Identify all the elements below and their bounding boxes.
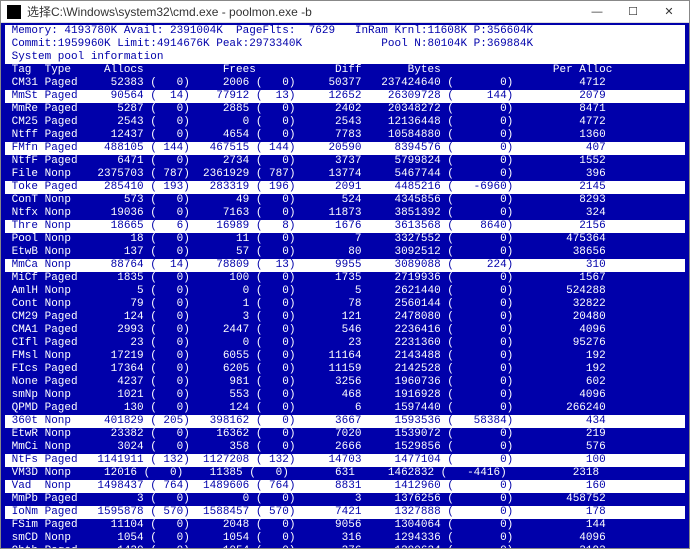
header-line-3: System pool information (5, 51, 685, 64)
table-row: FMfn Paged 488105 ( 144) 467515 ( 144) 2… (5, 142, 685, 155)
table-row: Thre Nonp 18665 ( 6) 16989 ( 8) 1676 361… (5, 220, 685, 233)
console-area[interactable]: Memory: 4193780K Avail: 2391004K PageFlt… (1, 23, 689, 548)
table-row: Ntfx Nonp 19036 ( 0) 7163 ( 0) 11873 385… (5, 207, 685, 220)
table-row: CMA1 Paged 2993 ( 0) 2447 ( 0) 546 22364… (5, 324, 685, 337)
table-row: 360t Nonp 401829 ( 205) 398162 ( 0) 3667… (5, 415, 685, 428)
table-row: MmPb Paged 3 ( 0) 0 ( 0) 3 1376256 ( 0) … (5, 493, 685, 506)
table-row: FIcs Paged 17364 ( 0) 6205 ( 0) 11159 21… (5, 363, 685, 376)
window-controls: — ☐ ✕ (579, 2, 687, 22)
table-row: Pool Nonp 18 ( 0) 11 ( 0) 7 3327552 ( 0)… (5, 233, 685, 246)
table-row: EtwB Nonp 137 ( 0) 57 ( 0) 80 3092512 ( … (5, 246, 685, 259)
table-row: CM25 Paged 2543 ( 0) 0 ( 0) 2543 1213644… (5, 116, 685, 129)
table-row: VM3D Nonp 12016 ( 0) 11385 ( 0) 631 1462… (5, 467, 685, 480)
table-row: MmSt Paged 90564 ( 14) 77912 ( 13) 12652… (5, 90, 685, 103)
table-row: MmCi Nonp 3024 ( 0) 358 ( 0) 2666 152985… (5, 441, 685, 454)
table-row: smCD Nonp 1054 ( 0) 1054 ( 0) 316 129433… (5, 532, 685, 545)
maximize-button[interactable]: ☐ (615, 2, 651, 22)
table-row: EtwR Nonp 23382 ( 0) 16362 ( 0) 7020 153… (5, 428, 685, 441)
table-row: MmCa Nonp 88764 ( 14) 78809 ( 13) 9955 3… (5, 259, 685, 272)
table-row: NtfF Paged 6471 ( 0) 2734 ( 0) 3737 5799… (5, 155, 685, 168)
table-row: Cont Nonp 79 ( 0) 1 ( 0) 78 2560144 ( 0)… (5, 298, 685, 311)
app-window: 选择C:\Windows\system32\cmd.exe - poolmon.… (0, 0, 690, 549)
header-line-2: Commit:1959960K Limit:4914676K Peak:2973… (5, 38, 685, 51)
table-row: ConT Nonp 573 ( 0) 49 ( 0) 524 4345856 (… (5, 194, 685, 207)
cmd-icon (7, 5, 21, 19)
table-row: FMsl Nonp 17219 ( 0) 6055 ( 0) 11164 214… (5, 350, 685, 363)
table-row: IoNm Paged 1595878 ( 570) 1588457 ( 570)… (5, 506, 685, 519)
table-row: CM29 Paged 124 ( 0) 3 ( 0) 121 2478080 (… (5, 311, 685, 324)
minimize-button[interactable]: — (579, 2, 615, 22)
table-row: MmRe Paged 5287 ( 0) 2885 ( 0) 2402 2034… (5, 103, 685, 116)
table-row: CIfl Paged 23 ( 0) 0 ( 0) 23 2231360 ( 0… (5, 337, 685, 350)
table-row: AmlH Nonp 5 ( 0) 0 ( 0) 5 2621440 ( 0) 5… (5, 285, 685, 298)
table-row: Vad Nonp 1498437 ( 764) 1489606 ( 764) 8… (5, 480, 685, 493)
header-line-1: Memory: 4193780K Avail: 2391004K PageFlt… (5, 25, 685, 38)
close-button[interactable]: ✕ (651, 2, 687, 22)
table-row: Obtb Paged 1430 ( 0) 1054 ( 0) 376 12006… (5, 545, 685, 548)
table-row: CM31 Paged 52383 ( 0) 2006 ( 0) 50377 23… (5, 77, 685, 90)
table-row: Toke Paged 285410 ( 193) 283319 ( 196) 2… (5, 181, 685, 194)
pool-rows: CM31 Paged 52383 ( 0) 2006 ( 0) 50377 23… (5, 77, 685, 548)
column-headers: Tag Type Allocs Frees Diff Bytes Per All… (5, 64, 685, 77)
table-row: QPMD Paged 130 ( 0) 124 ( 0) 6 1597440 (… (5, 402, 685, 415)
table-row: Ntff Paged 12437 ( 0) 4654 ( 0) 7783 105… (5, 129, 685, 142)
table-row: NtFs Paged 1141911 ( 132) 1127208 ( 132)… (5, 454, 685, 467)
table-row: File Nonp 2375703 ( 787) 2361929 ( 787) … (5, 168, 685, 181)
table-row: FSim Paged 11104 ( 0) 2048 ( 0) 9056 130… (5, 519, 685, 532)
table-row: smNp Nonp 1021 ( 0) 553 ( 0) 468 1916928… (5, 389, 685, 402)
titlebar[interactable]: 选择C:\Windows\system32\cmd.exe - poolmon.… (1, 1, 689, 23)
table-row: MiCf Paged 1835 ( 0) 100 ( 0) 1735 27199… (5, 272, 685, 285)
table-row: None Paged 4237 ( 0) 981 ( 0) 3256 19607… (5, 376, 685, 389)
window-title: 选择C:\Windows\system32\cmd.exe - poolmon.… (27, 3, 579, 20)
